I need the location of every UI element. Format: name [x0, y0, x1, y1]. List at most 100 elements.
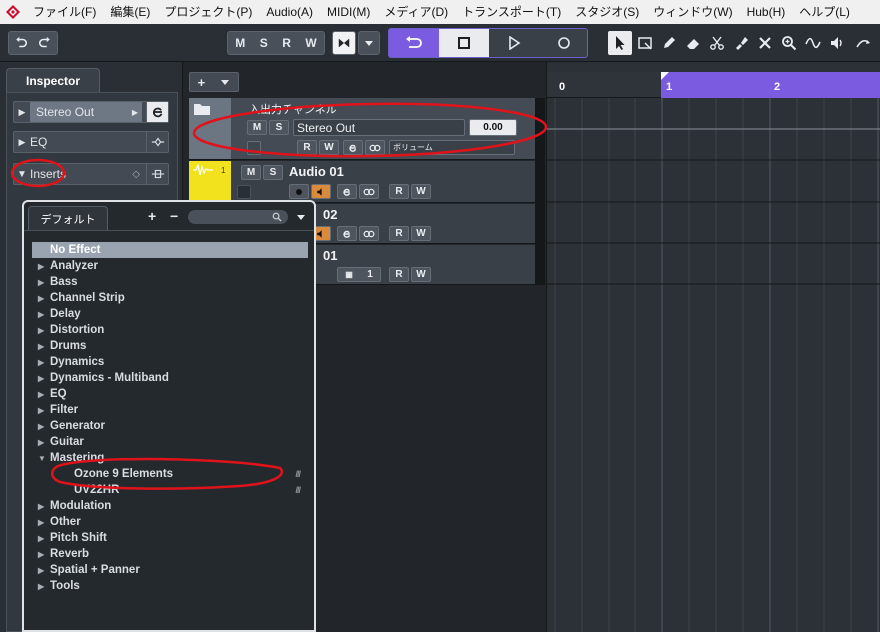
- record-enable-icon[interactable]: [289, 184, 309, 199]
- plugin-list-item[interactable]: ▶ Pitch Shift: [32, 530, 308, 546]
- add-collection-button[interactable]: +: [148, 208, 156, 224]
- midi-channel-field[interactable]: ▦ 1: [337, 267, 381, 282]
- plugin-list-item[interactable]: ▶ Drums: [32, 338, 308, 354]
- link-icon[interactable]: [359, 226, 379, 241]
- expand-arrow-icon[interactable]: ▶: [14, 107, 30, 118]
- plugin-list-item-ozone[interactable]: Ozone 9 Elements ///: [32, 466, 308, 482]
- edit-channel-icon[interactable]: [337, 184, 357, 199]
- edit-channel-icon[interactable]: [337, 226, 357, 241]
- plugin-list-item[interactable]: ▶ Tools: [32, 578, 308, 594]
- menu-audio[interactable]: Audio(A): [259, 0, 320, 24]
- menu-midi[interactable]: MIDI(M): [320, 0, 377, 24]
- inspector-output-row[interactable]: ▶ Stereo Out ▶: [13, 101, 169, 123]
- plugin-list-item[interactable]: ▶ Channel Strip: [32, 290, 308, 306]
- plugin-list-item[interactable]: ▶ Distortion: [32, 322, 308, 338]
- record-button[interactable]: [539, 29, 589, 57]
- read-all-button[interactable]: R: [282, 36, 291, 50]
- remove-collection-button[interactable]: −: [170, 208, 178, 224]
- automation-dropdown-icon[interactable]: [358, 31, 380, 55]
- expand-arrow-icon[interactable]: ▶: [14, 137, 30, 148]
- glue-tool-icon[interactable]: [730, 31, 752, 55]
- output-routing-field[interactable]: Stereo Out: [293, 119, 465, 136]
- plugin-list-item[interactable]: ▶ Reverb: [32, 546, 308, 562]
- undo-icon[interactable]: [14, 36, 28, 50]
- plugin-list-item[interactable]: ▶ Delay: [32, 306, 308, 322]
- cycle-range[interactable]: [661, 72, 880, 98]
- read-automation-button[interactable]: R: [389, 184, 409, 199]
- plugin-list-item[interactable]: ▶ Filter: [32, 402, 308, 418]
- edit-channel-icon[interactable]: [343, 140, 363, 155]
- redo-icon[interactable]: [38, 36, 52, 50]
- write-automation-button[interactable]: W: [411, 267, 431, 282]
- menu-file[interactable]: ファイル(F): [26, 0, 103, 24]
- plugin-list-item[interactable]: No Effect: [32, 242, 308, 258]
- stop-button[interactable]: [439, 29, 489, 57]
- write-all-button[interactable]: W: [305, 36, 316, 50]
- menu-help[interactable]: ヘルプ(L): [792, 0, 857, 24]
- plugin-list-item[interactable]: ▶ Dynamics: [32, 354, 308, 370]
- mute-all-button[interactable]: M: [235, 36, 245, 50]
- audio-track[interactable]: 1 M S Audio 01 R W: [189, 161, 545, 203]
- mute-button[interactable]: M: [247, 120, 267, 135]
- menu-studio[interactable]: スタジオ(S): [568, 0, 646, 24]
- inspector-inserts-row[interactable]: ▼ Inserts ◇: [13, 163, 169, 185]
- volume-value[interactable]: 0.00: [469, 119, 517, 136]
- preset-icon[interactable]: ◇: [132, 169, 140, 180]
- plugin-list-item[interactable]: ▶ Modulation: [32, 498, 308, 514]
- plugin-list-item[interactable]: ▶ Bass: [32, 274, 308, 290]
- plugin-list-item[interactable]: ▶ Guitar: [32, 434, 308, 450]
- plugin-list-item[interactable]: ▶ Generator: [32, 418, 308, 434]
- collapse-arrow-icon[interactable]: ▼: [14, 169, 30, 180]
- inspector-tab[interactable]: Inspector: [6, 68, 100, 92]
- read-automation-button[interactable]: R: [297, 140, 317, 155]
- plugin-search-input[interactable]: [188, 210, 288, 224]
- menu-window[interactable]: ウィンドウ(W): [646, 0, 739, 24]
- eq-bypass-icon[interactable]: [146, 132, 168, 152]
- solo-all-button[interactable]: S: [260, 36, 268, 50]
- menu-media[interactable]: メディア(D): [377, 0, 455, 24]
- monitor-speaker-icon[interactable]: [311, 184, 331, 199]
- menu-edit[interactable]: 編集(E): [103, 0, 157, 24]
- track-name[interactable]: 01: [323, 248, 337, 263]
- plugin-list-item[interactable]: ▶ Spatial + Panner: [32, 562, 308, 578]
- write-automation-button[interactable]: W: [411, 226, 431, 241]
- plugin-list-item[interactable]: UV22HR ///: [32, 482, 308, 498]
- track-name[interactable]: Audio 01: [289, 164, 344, 179]
- cycle-button[interactable]: [389, 29, 439, 57]
- drag-handle-icon[interactable]: ///: [295, 485, 300, 495]
- eraser-tool-icon[interactable]: [682, 31, 704, 55]
- line-tool-icon[interactable]: [802, 31, 824, 55]
- track-checkbox[interactable]: [247, 141, 261, 155]
- menu-project[interactable]: プロジェクト(P): [157, 0, 259, 24]
- timewarp-tool-icon[interactable]: [852, 31, 874, 55]
- volume-automation-field[interactable]: ボリューム: [389, 140, 515, 155]
- inserts-bypass-icon[interactable]: [146, 164, 168, 184]
- write-automation-button[interactable]: W: [411, 184, 431, 199]
- play-button[interactable]: [489, 29, 539, 57]
- mute-tool-icon[interactable]: [754, 31, 776, 55]
- popup-tab-default[interactable]: デフォルト: [28, 206, 108, 230]
- add-track-button[interactable]: +: [189, 72, 239, 92]
- inspector-eq-row[interactable]: ▶ EQ: [13, 131, 169, 153]
- read-automation-button[interactable]: R: [389, 267, 409, 282]
- read-automation-button[interactable]: R: [389, 226, 409, 241]
- range-tool-icon[interactable]: [634, 31, 656, 55]
- solo-button[interactable]: S: [269, 120, 289, 135]
- plugin-list-item[interactable]: ▼ Mastering: [32, 450, 308, 466]
- link-icon[interactable]: [365, 140, 385, 155]
- pencil-tool-icon[interactable]: [658, 31, 680, 55]
- drag-handle-icon[interactable]: ///: [295, 469, 300, 479]
- pointer-tool-icon[interactable]: [608, 31, 632, 55]
- timeline-ruler[interactable]: 0 1 2: [547, 72, 880, 98]
- plugin-list-item[interactable]: ▶ Analyzer: [32, 258, 308, 274]
- cycle-start-marker-icon[interactable]: [661, 72, 669, 80]
- plugin-list-item[interactable]: ▶ Other: [32, 514, 308, 530]
- plugin-list-item[interactable]: ▶ EQ: [32, 386, 308, 402]
- output-routing-field[interactable]: Stereo Out ▶: [30, 102, 142, 122]
- edit-channel-icon[interactable]: [146, 102, 168, 122]
- mute-button[interactable]: M: [241, 165, 261, 180]
- link-icon[interactable]: [359, 184, 379, 199]
- automation-mode-icon[interactable]: [332, 31, 356, 55]
- scissors-tool-icon[interactable]: [706, 31, 728, 55]
- menu-hub[interactable]: Hub(H): [740, 0, 793, 24]
